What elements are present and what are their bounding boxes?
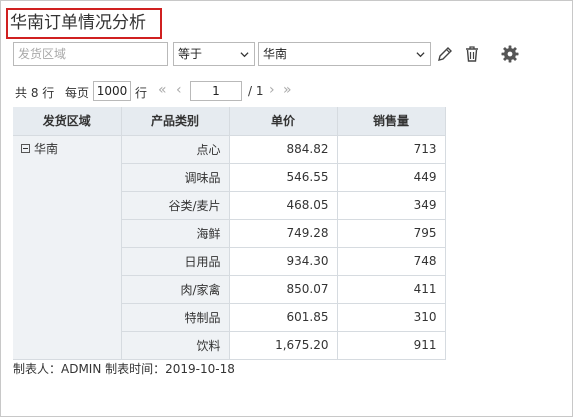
quantity-cell: 748 — [337, 247, 446, 276]
category-cell: 肉/家禽 — [121, 275, 230, 304]
price-cell: 749.28 — [229, 219, 338, 248]
column-header-region[interactable]: 发货区域 — [13, 107, 122, 136]
region-cell: 华南 — [13, 135, 122, 360]
gear-icon[interactable] — [500, 44, 520, 64]
category-cell: 海鲜 — [121, 219, 230, 248]
report-footer: 制表人：ADMIN 制表时间：2019-10-18 — [13, 362, 235, 376]
column-header-price[interactable]: 单价 — [229, 107, 338, 136]
total-pages-label: / 1 — [248, 84, 264, 98]
price-cell: 546.55 — [229, 163, 338, 192]
pencil-icon[interactable] — [435, 44, 455, 64]
price-cell: 934.30 — [229, 247, 338, 276]
category-cell: 谷类/麦片 — [121, 191, 230, 220]
current-page-input[interactable]: 1 — [190, 81, 242, 101]
chevron-down-icon — [416, 52, 425, 58]
quantity-cell: 349 — [337, 191, 446, 220]
total-rows-label: 共 8 行 — [15, 86, 55, 100]
data-table: 发货区域 产品类别 单价 销售量 华南 点心 884.82 713 调味品 54… — [13, 107, 446, 360]
page-title: 华南订单情况分析 — [10, 13, 146, 33]
first-page-button[interactable]: « — [158, 82, 167, 98]
price-cell: 884.82 — [229, 135, 338, 164]
table-row: 华南 点心 884.82 713 — [13, 135, 446, 360]
rows-unit-label: 行 — [135, 86, 148, 100]
table-header-row: 发货区域 产品类别 单价 销售量 — [13, 107, 446, 136]
category-cell: 特制品 — [121, 303, 230, 332]
operator-value: 等于 — [178, 47, 203, 61]
quantity-cell: 795 — [337, 219, 446, 248]
category-cell: 调味品 — [121, 163, 230, 192]
category-cell: 点心 — [121, 135, 230, 164]
trash-icon[interactable] — [462, 44, 482, 64]
filter-field-input[interactable] — [13, 42, 168, 66]
collapse-icon[interactable] — [21, 143, 30, 153]
prev-page-button[interactable]: ‹ — [176, 82, 182, 98]
next-page-button[interactable]: › — [269, 82, 275, 98]
per-page-label: 每页 — [65, 86, 90, 100]
filter-value-select[interactable]: 华南 — [258, 42, 431, 66]
category-cell: 饮料 — [121, 331, 230, 360]
filter-value: 华南 — [263, 47, 288, 61]
price-cell: 850.07 — [229, 275, 338, 304]
price-cell: 468.05 — [229, 191, 338, 220]
price-cell: 1,675.20 — [229, 331, 338, 360]
quantity-cell: 911 — [337, 331, 446, 360]
column-header-quantity[interactable]: 销售量 — [337, 107, 446, 136]
quantity-cell: 411 — [337, 275, 446, 304]
quantity-cell: 310 — [337, 303, 446, 332]
operator-select[interactable]: 等于 — [173, 42, 255, 66]
price-cell: 601.85 — [229, 303, 338, 332]
page-size-input[interactable]: 1000 — [93, 81, 131, 101]
chevron-down-icon — [240, 52, 249, 58]
region-label: 华南 — [34, 141, 59, 156]
category-cell: 日用品 — [121, 247, 230, 276]
column-header-category[interactable]: 产品类别 — [121, 107, 230, 136]
quantity-cell: 713 — [337, 135, 446, 164]
last-page-button[interactable]: » — [283, 82, 292, 98]
quantity-cell: 449 — [337, 163, 446, 192]
report-panel: 华南订单情况分析 等于 华南 — [0, 0, 573, 417]
